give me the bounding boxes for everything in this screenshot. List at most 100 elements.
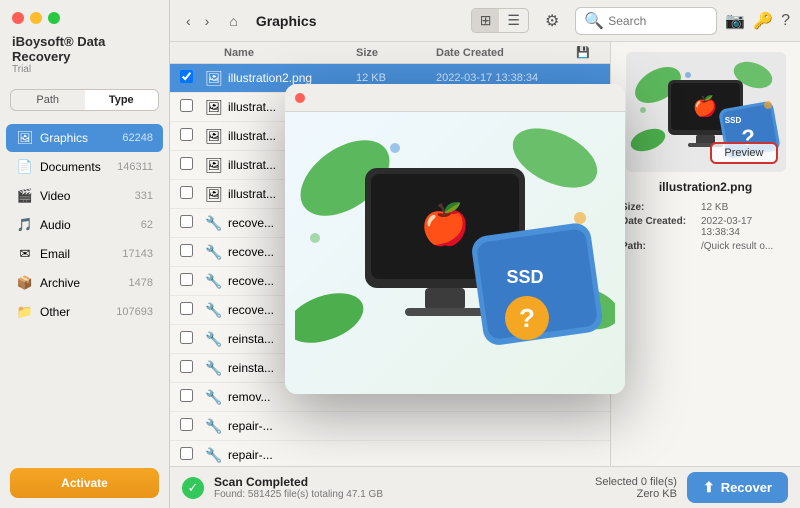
graphics-count: 62248	[122, 132, 153, 144]
tab-type[interactable]: Type	[85, 90, 159, 110]
sidebar-item-audio[interactable]: 🎵 Audio 62	[6, 211, 163, 239]
documents-count: 146311	[117, 161, 153, 173]
activate-button[interactable]: Activate	[10, 468, 159, 498]
svg-text:?: ?	[519, 303, 535, 333]
list-view-button[interactable]: ☰	[499, 9, 528, 32]
sidebar-item-video[interactable]: 🎬 Video 331	[6, 182, 163, 210]
recover-button[interactable]: ⬆ Recover	[687, 472, 788, 503]
sidebar-nav: 🖼 Graphics 62248 📄 Documents 146311 🎬 Vi…	[0, 119, 169, 458]
file-type-icon: 🖼	[204, 155, 224, 175]
header-name: Name	[224, 47, 356, 59]
view-toggle: ⊞ ☰	[471, 8, 529, 33]
bottom-bar: ✓ Scan Completed Found: 581425 file(s) t…	[170, 466, 800, 508]
row-checkbox[interactable]	[180, 360, 204, 376]
file-name: repair-...	[228, 419, 356, 433]
help-button[interactable]: ?	[781, 12, 790, 30]
traffic-lights	[12, 12, 157, 24]
tab-path[interactable]: Path	[11, 90, 85, 110]
row-checkbox[interactable]	[180, 302, 204, 318]
file-list-header: Name Size Date Created 💾	[170, 42, 610, 64]
file-type-icon: 🔧	[204, 242, 224, 262]
filter-button[interactable]: ⚙	[537, 8, 567, 34]
meta-date-label: Date Created:	[621, 216, 701, 238]
toolbar-title: Graphics	[256, 13, 317, 29]
file-type-icon: 🔧	[204, 358, 224, 378]
file-type-icon: 🖼	[204, 184, 224, 204]
search-icon: 🔍	[584, 11, 604, 31]
email-count: 17143	[122, 248, 153, 260]
file-type-icon: 🔧	[204, 387, 224, 407]
recover-label: Recover	[721, 480, 772, 495]
file-name: repair-...	[228, 448, 356, 462]
svg-text:🍎: 🍎	[693, 94, 718, 118]
table-row[interactable]: 🔧 repair-...	[170, 441, 610, 466]
content-area: Name Size Date Created 💾 🖼 illustration2…	[170, 42, 800, 466]
file-type-icon: 🔧	[204, 329, 224, 349]
preview-popup[interactable]: 🍎 SSD ?	[285, 84, 625, 394]
header-save: 💾	[576, 46, 600, 59]
meta-path-label: Path:	[621, 241, 701, 252]
toolbar: ‹ › ⌂ Graphics ⊞ ☰ ⚙ 🔍 📷 🔑 ?	[170, 0, 800, 42]
row-checkbox[interactable]	[180, 447, 204, 463]
row-checkbox[interactable]	[180, 418, 204, 434]
file-name: illustration2.png	[228, 71, 356, 85]
recover-icon: ⬆	[703, 479, 715, 496]
archive-count: 1478	[129, 277, 153, 289]
table-row[interactable]: 🔧 repair-...	[170, 412, 610, 441]
file-type-icon: 🔧	[204, 271, 224, 291]
sidebar-item-email[interactable]: ✉ Email 17143	[6, 240, 163, 268]
scan-info: Scan Completed Found: 581425 file(s) tot…	[214, 475, 585, 500]
maximize-button[interactable]	[48, 12, 60, 24]
other-label: Other	[40, 305, 116, 319]
row-checkbox[interactable]	[180, 331, 204, 347]
sidebar-item-other[interactable]: 📁 Other 107693	[6, 298, 163, 326]
row-checkbox[interactable]	[180, 70, 204, 86]
row-checkbox[interactable]	[180, 215, 204, 231]
meta-size-row: Size: 12 KB	[621, 202, 790, 213]
row-checkbox[interactable]	[180, 157, 204, 173]
archive-icon: 📦	[16, 274, 34, 292]
graphics-label: Graphics	[40, 131, 122, 145]
file-type-icon: 🖼	[204, 68, 224, 88]
file-type-icon: 🖼	[204, 126, 224, 146]
info-button[interactable]: 🔑	[753, 11, 773, 31]
audio-icon: 🎵	[16, 216, 34, 234]
row-checkbox[interactable]	[180, 128, 204, 144]
svg-text:SSD: SSD	[725, 116, 742, 125]
preview-button[interactable]: Preview	[710, 142, 777, 164]
preview-meta: Size: 12 KB Date Created: 2022-03-17 13:…	[621, 202, 790, 255]
popup-content: 🍎 SSD ?	[285, 112, 625, 394]
search-box: 🔍	[575, 7, 717, 35]
row-checkbox[interactable]	[180, 389, 204, 405]
row-checkbox[interactable]	[180, 273, 204, 289]
audio-count: 62	[141, 219, 153, 231]
sidebar-item-graphics[interactable]: 🖼 Graphics 62248	[6, 124, 163, 152]
toolbar-nav: ‹ ›	[180, 10, 215, 32]
popup-close-button[interactable]	[295, 93, 305, 103]
sidebar-item-archive[interactable]: 📦 Archive 1478	[6, 269, 163, 297]
file-size: 12 KB	[356, 72, 436, 84]
home-button[interactable]: ⌂	[223, 10, 243, 32]
camera-button[interactable]: 📷	[725, 11, 745, 31]
file-type-icon: 🔧	[204, 445, 224, 465]
scan-complete-icon: ✓	[182, 477, 204, 499]
video-label: Video	[40, 189, 135, 203]
row-checkbox[interactable]	[180, 186, 204, 202]
selected-files: Selected 0 file(s)	[595, 476, 677, 488]
minimize-button[interactable]	[30, 12, 42, 24]
forward-button[interactable]: ›	[199, 10, 216, 32]
video-count: 331	[135, 190, 153, 202]
file-date: 2022-03-17 13:38:34	[436, 72, 576, 84]
sidebar-item-documents[interactable]: 📄 Documents 146311	[6, 153, 163, 181]
search-input[interactable]	[608, 14, 708, 28]
meta-date-row: Date Created: 2022-03-17 13:38:34	[621, 216, 790, 238]
close-button[interactable]	[12, 12, 24, 24]
meta-path-value: /Quick result o...	[701, 241, 773, 252]
row-checkbox[interactable]	[180, 244, 204, 260]
row-checkbox[interactable]	[180, 99, 204, 115]
back-button[interactable]: ‹	[180, 10, 197, 32]
email-icon: ✉	[16, 245, 34, 263]
file-type-icon: 🖼	[204, 97, 224, 117]
grid-view-button[interactable]: ⊞	[472, 9, 500, 32]
file-type-icon: 🔧	[204, 300, 224, 320]
